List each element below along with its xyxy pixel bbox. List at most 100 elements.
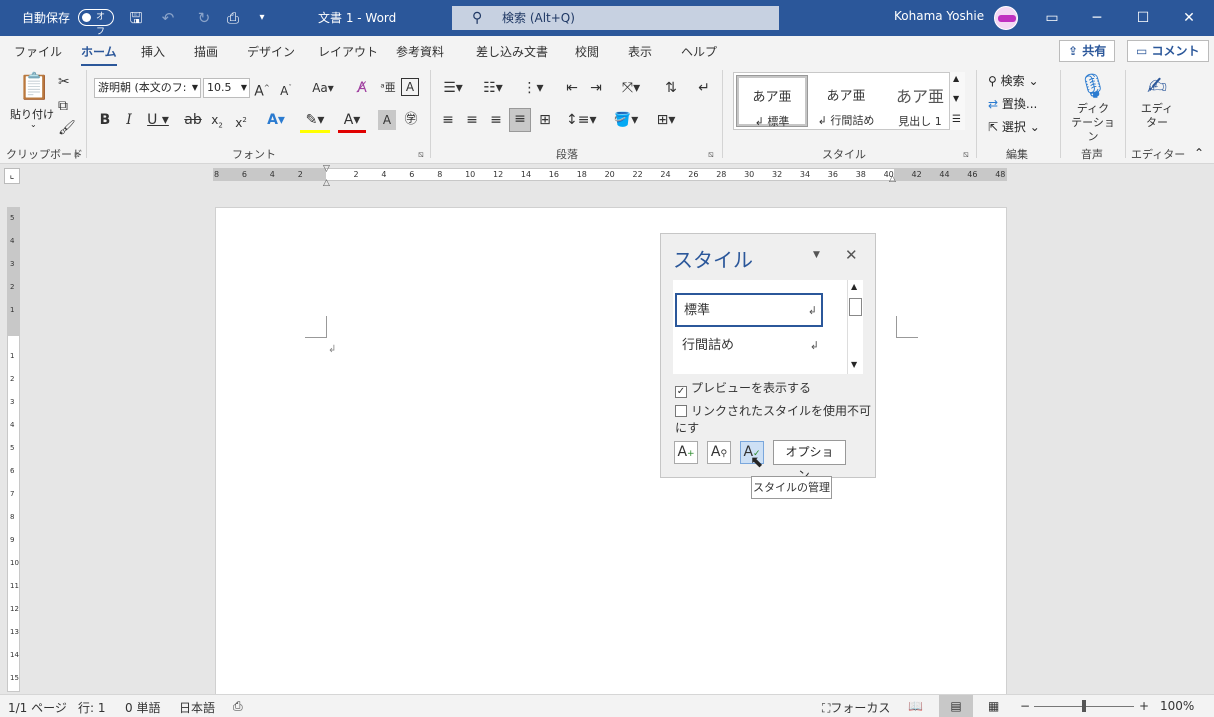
- replace-button[interactable]: ⇄ 置換...: [988, 95, 1037, 112]
- italic-icon[interactable]: I: [120, 110, 138, 130]
- paragraph-launcher-icon[interactable]: ⧅: [708, 150, 714, 160]
- copy-icon[interactable]: ⧉: [58, 96, 68, 116]
- tab-references[interactable]: 参考資料: [396, 43, 444, 60]
- left-indent-marker[interactable]: △: [323, 178, 330, 188]
- zoom-slider-thumb[interactable]: [1082, 700, 1086, 712]
- close-icon[interactable]: ✕: [1166, 0, 1212, 36]
- bold-icon[interactable]: B: [96, 110, 114, 130]
- font-size-combo[interactable]: 10.5 ▼: [203, 78, 250, 98]
- chevron-up-icon[interactable]: ▲: [851, 282, 857, 291]
- autosave-toggle[interactable]: オフ: [78, 9, 114, 37]
- subscript-icon[interactable]: x2: [208, 110, 226, 135]
- maximize-icon[interactable]: ☐: [1120, 0, 1166, 36]
- chevron-down-icon[interactable]: ▼: [851, 360, 857, 369]
- save-icon[interactable]: 🖫: [126, 8, 146, 28]
- styles-list-scrollbar[interactable]: ▲ ▼: [847, 280, 863, 374]
- line-spacing-icon[interactable]: ↕≡▾: [566, 110, 597, 130]
- align-center-icon[interactable]: ≡: [462, 110, 482, 130]
- zoom-out-icon[interactable]: −: [1020, 699, 1030, 713]
- tab-design[interactable]: デザイン: [247, 43, 295, 60]
- page-count[interactable]: 1/1 ページ: [8, 699, 67, 716]
- list-item-normal[interactable]: 標準 ↲: [675, 293, 823, 327]
- tab-home[interactable]: ホーム: [81, 43, 117, 67]
- format-painter-icon[interactable]: 🖌: [58, 118, 76, 138]
- first-line-indent-marker[interactable]: ▽: [323, 164, 330, 174]
- strikethrough-icon[interactable]: ab: [182, 110, 204, 130]
- style-no-spacing[interactable]: あア亜 ↲ 行間詰め: [810, 75, 882, 127]
- style-heading-1[interactable]: あア亜 見出し 1: [884, 75, 956, 128]
- chevron-up-icon[interactable]: ▲: [953, 74, 959, 83]
- find-button[interactable]: ⚲ 検索 ⌄: [988, 72, 1039, 89]
- redo-icon[interactable]: ↻: [194, 8, 214, 28]
- justify-icon[interactable]: ≡: [509, 108, 531, 132]
- word-count[interactable]: 0 単語: [125, 699, 160, 716]
- phonetic-guide-icon[interactable]: ᵃ亜: [378, 78, 398, 98]
- web-layout-icon[interactable]: ▦: [988, 699, 999, 713]
- minimize-icon[interactable]: ─: [1074, 0, 1120, 36]
- customize-qat-icon[interactable]: ▾: [252, 8, 272, 28]
- options-button[interactable]: オプション...: [773, 440, 846, 482]
- tab-help[interactable]: ヘルプ: [681, 43, 717, 60]
- tab-insert[interactable]: 挿入: [141, 43, 165, 60]
- clipboard-launcher-icon[interactable]: ⧅: [74, 150, 80, 160]
- text-effects-icon[interactable]: A▾: [262, 110, 290, 130]
- zoom-level[interactable]: 100%: [1160, 699, 1194, 713]
- right-indent-marker[interactable]: △: [889, 174, 896, 184]
- shrink-font-icon[interactable]: Aˇ: [277, 78, 295, 101]
- tab-layout[interactable]: レイアウト: [318, 43, 378, 60]
- tab-file[interactable]: ファイル: [14, 43, 62, 60]
- undo-icon[interactable]: ↶: [158, 8, 178, 28]
- comment-button[interactable]: ▭ コメント: [1127, 40, 1209, 62]
- highlight-icon[interactable]: ✎▾: [300, 110, 330, 133]
- pane-options-icon[interactable]: ▼: [813, 250, 820, 260]
- language[interactable]: 日本語: [179, 699, 215, 716]
- bullets-icon[interactable]: ☰▾: [438, 78, 468, 98]
- text-direction-icon[interactable]: ⤧▾: [616, 78, 646, 98]
- multilevel-list-icon[interactable]: ⋮▾: [518, 78, 548, 98]
- dictate-button[interactable]: 🎙 ディク テーション: [1066, 70, 1120, 144]
- ribbon-display-icon[interactable]: ▭: [1029, 0, 1075, 36]
- collapse-ribbon-icon[interactable]: ⌃: [1194, 146, 1204, 160]
- editor-button[interactable]: ✍ エディ ター: [1132, 70, 1182, 130]
- avatar[interactable]: [994, 6, 1018, 30]
- search-box[interactable]: ⚲ 検索 (Alt+Q): [452, 6, 779, 30]
- accessibility-icon[interactable]: ⎙: [233, 699, 243, 714]
- line-number[interactable]: 行: 1: [78, 699, 106, 716]
- vertical-ruler[interactable]: 5 4 3 2 1 1 2 3 4 5 6 7 8 9 10 11 12 13 14 15: [7, 207, 20, 692]
- disable-linked-styles-checkbox[interactable]: リンクされたスタイルを使用不可にす: [675, 402, 875, 436]
- underline-icon[interactable]: U ▾: [144, 110, 172, 130]
- tab-review[interactable]: 校閲: [575, 43, 599, 60]
- user-name[interactable]: Kohama Yoshie: [894, 9, 984, 23]
- scroll-thumb[interactable]: [849, 298, 862, 316]
- style-inspector-button[interactable]: A⚲: [707, 441, 731, 464]
- close-icon[interactable]: ✕: [845, 246, 858, 264]
- grow-font-icon[interactable]: A^: [253, 78, 271, 102]
- tab-selector-icon[interactable]: ⌞: [4, 168, 20, 184]
- cut-icon[interactable]: ✂: [58, 72, 70, 92]
- list-item-no-spacing[interactable]: 行間詰め ↲: [675, 330, 823, 364]
- superscript-icon[interactable]: x2: [232, 110, 250, 133]
- increase-indent-icon[interactable]: ⇥: [586, 78, 606, 98]
- sort-icon[interactable]: ⇅: [660, 78, 682, 98]
- change-case-icon[interactable]: Aa▾: [306, 78, 340, 98]
- tab-mailings[interactable]: 差し込み文書: [476, 43, 548, 60]
- read-mode-icon[interactable]: 📖: [908, 699, 923, 713]
- chevron-down-icon[interactable]: ▼: [953, 94, 959, 103]
- horizontal-ruler[interactable]: 8 6 4 2 2 4 6 8 10 12 14 16 18 20 22 24 26 28 30 32 34 36 38 40…: [213, 168, 1007, 181]
- align-left-icon[interactable]: ≡: [438, 110, 458, 130]
- share-button[interactable]: ⇪ 共有: [1059, 40, 1116, 62]
- character-shading-icon[interactable]: A: [378, 110, 396, 130]
- styles-launcher-icon[interactable]: ⧅: [963, 150, 969, 160]
- font-name-combo[interactable]: 游明朝 (本文のフ: ▼: [94, 78, 201, 98]
- font-launcher-icon[interactable]: ⧅: [418, 150, 424, 160]
- select-button[interactable]: ⇱ 選択 ⌄: [988, 118, 1040, 135]
- focus-button[interactable]: ⛶フォーカス: [822, 699, 890, 716]
- enclose-characters-icon[interactable]: ㊫: [402, 110, 420, 130]
- tab-view[interactable]: 表示: [628, 43, 652, 60]
- paste-dropdown-icon[interactable]: ⌄: [30, 120, 37, 129]
- print-preview-icon[interactable]: ⎙: [223, 8, 243, 28]
- zoom-in-icon[interactable]: +: [1139, 699, 1149, 713]
- shading-icon[interactable]: 🪣▾: [610, 110, 642, 130]
- decrease-indent-icon[interactable]: ⇤: [562, 78, 582, 98]
- show-paragraph-marks-icon[interactable]: ↵: [694, 78, 714, 98]
